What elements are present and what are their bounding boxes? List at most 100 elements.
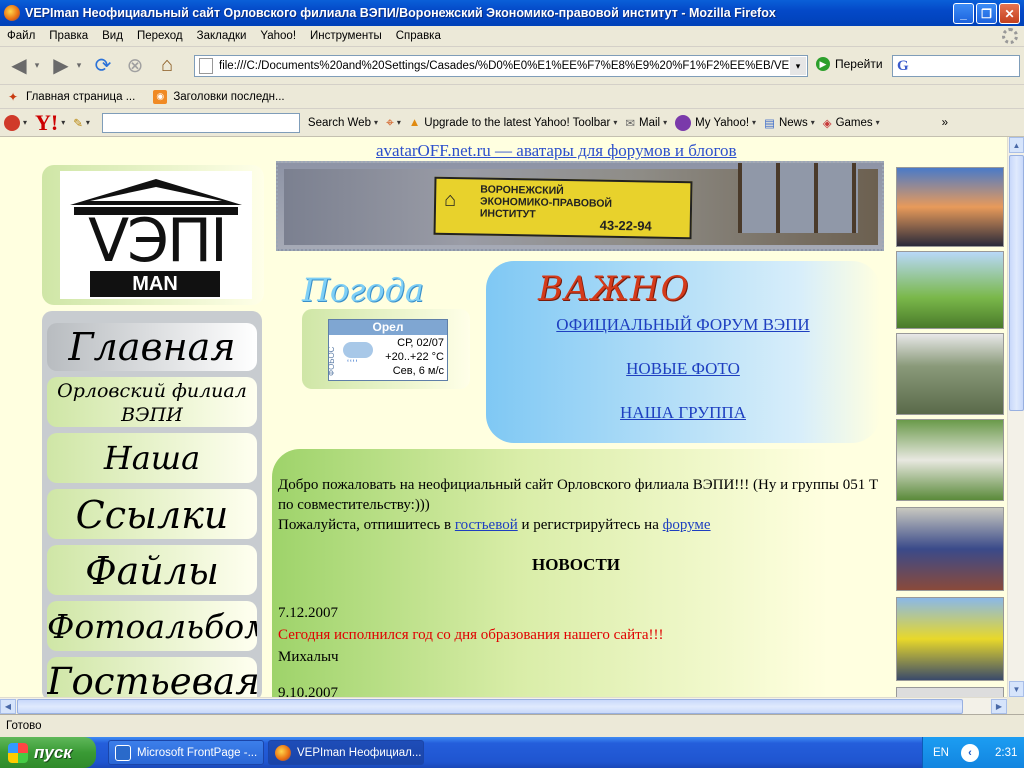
vertical-scrollbar[interactable]: ▲ ▼ xyxy=(1007,137,1024,697)
bookmark-headlines[interactable]: ◉ Заголовки последн... xyxy=(153,89,285,104)
url-text[interactable]: file:///C:/Documents%20and%20Settings/Ca… xyxy=(219,60,793,72)
news-author: Михалыч xyxy=(278,649,339,665)
address-bar[interactable]: file:///C:/Documents%20and%20Settings/Ca… xyxy=(194,55,808,77)
google-icon: G xyxy=(897,57,909,74)
pencil-button[interactable]: ✎ ▾ xyxy=(73,116,90,130)
tray-expand-icon[interactable]: ‹ xyxy=(960,743,979,762)
photo-thumbnail[interactable] xyxy=(896,507,1004,591)
site-logo[interactable]: VЭПI MAN xyxy=(60,171,252,299)
photo-thumbnail[interactable] xyxy=(896,167,1004,247)
avatar-site-link[interactable]: avatarOFF.net.ru — аватары для форумов и… xyxy=(376,141,737,161)
photo-thumbnail[interactable] xyxy=(896,687,1004,697)
photo-thumbnail[interactable] xyxy=(896,251,1004,329)
my-yahoo-label: My Yahoo! xyxy=(695,116,750,129)
photo-thumbnail[interactable] xyxy=(896,419,1004,501)
mail-label: Mail xyxy=(639,116,661,129)
upgrade-label: Upgrade to the latest Yahoo! Toolbar xyxy=(424,116,611,129)
side-menu: Главная Орловский филиал ВЭПИ Наша групп… xyxy=(42,311,262,697)
language-indicator[interactable]: EN xyxy=(933,747,949,759)
photo-thumbnail[interactable] xyxy=(896,597,1004,681)
logo-subtext: MAN xyxy=(90,271,220,297)
menu-item-links[interactable]: Ссылки xyxy=(47,489,257,539)
start-label: пуск xyxy=(34,742,72,762)
title-bar: VEPIman Неофициальный сайт Орловского фи… xyxy=(0,0,1024,26)
news-button[interactable]: ▤ News ▾ xyxy=(764,116,815,130)
yahoo-logo-button[interactable]: Y! ▾ xyxy=(35,110,65,136)
menu-item-photos[interactable]: Фотоальбом xyxy=(47,601,257,651)
page-icon xyxy=(199,58,213,74)
menu-go[interactable]: Переход xyxy=(130,30,190,42)
forward-dropdown-icon[interactable]: ▾ xyxy=(74,53,84,79)
menu-view[interactable]: Вид xyxy=(95,30,130,42)
toolbar-overflow-icon[interactable]: » xyxy=(942,117,948,129)
menu-file[interactable]: Файл xyxy=(0,30,42,42)
logo-roof-inner xyxy=(90,187,222,201)
important-title: ВАЖНО xyxy=(538,269,690,309)
sign-logo-icon: ⌂ xyxy=(443,188,457,212)
horizontal-scrollbar[interactable]: ◀ ▶ xyxy=(0,697,1007,714)
menu-help[interactable]: Справка xyxy=(389,30,448,42)
rain-cloud-icon xyxy=(343,342,373,358)
stop-icon[interactable]: ⊗ xyxy=(122,53,148,79)
our-group-link[interactable]: НАША ГРУППА xyxy=(486,403,880,423)
menu-item-group[interactable]: Наша группа xyxy=(47,433,257,483)
menu-item-files[interactable]: Файлы xyxy=(47,545,257,595)
minimize-button[interactable]: _ xyxy=(953,3,974,24)
forum-link[interactable]: ОФИЦИАЛЬНЫЙ ФОРУМ ВЭПИ xyxy=(486,315,880,335)
highlight-button[interactable]: ⌖ ▾ xyxy=(386,114,401,131)
menu-yahoo[interactable]: Yahoo! xyxy=(253,30,303,42)
my-yahoo-button[interactable]: My Yahoo! ▾ xyxy=(675,114,756,131)
upgrade-button[interactable]: ▲ Upgrade to the latest Yahoo! Toolbar ▾ xyxy=(409,117,617,129)
horizontal-scroll-thumb[interactable] xyxy=(17,699,963,714)
main-content-panel: Добро пожаловать на неофициальный сайт О… xyxy=(272,449,890,697)
close-button[interactable]: ✕ xyxy=(999,3,1020,24)
go-button[interactable]: ▶ Перейти xyxy=(816,57,883,71)
yahoo-search-input[interactable] xyxy=(101,112,300,133)
taskbar-frontpage[interactable]: Microsoft FrontPage -... xyxy=(108,740,264,765)
menu-bookmarks[interactable]: Закладки xyxy=(190,30,254,42)
scroll-up-icon[interactable]: ▲ xyxy=(1009,137,1024,153)
weather-source: ФОБОС xyxy=(327,346,336,376)
menu-bar: Файл Правка Вид Переход Закладки Yahoo! … xyxy=(0,26,1024,47)
bookmark-label: Заголовки последн... xyxy=(173,90,285,103)
search-web-button[interactable]: Search Web ▾ xyxy=(308,117,378,129)
system-tray: EN ‹ 2:31 xyxy=(922,737,1024,768)
menu-tools[interactable]: Инструменты xyxy=(303,30,389,42)
status-bar: Готово xyxy=(0,714,1024,736)
page-content: avatarOFF.net.ru — аватары для форумов и… xyxy=(0,137,1007,697)
games-button[interactable]: ◈ Games ▾ xyxy=(823,116,880,130)
menu-edit[interactable]: Правка xyxy=(42,30,95,42)
back-arrow-icon[interactable]: ◀ xyxy=(6,53,32,79)
news-label: News xyxy=(778,116,808,129)
start-button[interactable]: пуск xyxy=(0,737,96,768)
scroll-right-icon[interactable]: ▶ xyxy=(991,699,1007,714)
search-web-label: Search Web xyxy=(307,116,371,129)
games-icon: ◈ xyxy=(822,117,832,130)
scroll-left-icon[interactable]: ◀ xyxy=(0,699,16,714)
scroll-down-icon[interactable]: ▼ xyxy=(1009,681,1024,697)
url-dropdown-icon[interactable]: ▾ xyxy=(790,57,806,75)
menu-item-branch[interactable]: Орловский филиал ВЭПИ xyxy=(47,377,257,427)
back-dropdown-icon[interactable]: ▾ xyxy=(32,53,42,79)
forward-arrow-icon[interactable]: ▶ xyxy=(48,53,74,79)
invite-text-1: Пожалуйста, отпишитесь в xyxy=(278,517,455,533)
menu-item-home[interactable]: Главная xyxy=(47,323,257,371)
new-photos-link[interactable]: НОВЫЕ ФОТО xyxy=(486,359,880,379)
forum-inline-link[interactable]: форуме xyxy=(663,517,711,533)
reload-icon[interactable]: ⟳ xyxy=(90,53,116,79)
mail-button[interactable]: ✉ Mail ▾ xyxy=(625,116,667,130)
toolbar-menu-button[interactable]: ▾ xyxy=(4,114,27,131)
important-panel: ВАЖНО ОФИЦИАЛЬНЫЙ ФОРУМ ВЭПИ НОВЫЕ ФОТО … xyxy=(486,261,880,443)
bookmark-home[interactable]: ✦ Главная страница ... xyxy=(6,90,135,104)
taskbar-firefox[interactable]: VEPIman Неофициал... xyxy=(268,740,424,765)
weather-informer[interactable]: Орел ФОБОС ‘‘‘‘ СР, 02/07 +20..+22 °С Се… xyxy=(327,319,448,381)
guestbook-link[interactable]: гостьевой xyxy=(455,517,518,533)
menu-item-guestbook[interactable]: Гостьевая xyxy=(47,657,257,697)
vertical-scroll-thumb[interactable] xyxy=(1009,155,1024,411)
photo-thumbnail[interactable] xyxy=(896,333,1004,415)
google-search-box[interactable]: G xyxy=(892,55,1020,77)
home-icon[interactable]: ⌂ xyxy=(154,53,180,79)
maximize-button[interactable]: ❐ xyxy=(976,3,997,24)
taskbar: пуск Microsoft FrontPage -... VEPIman Не… xyxy=(0,737,1024,768)
yahoo-toolbar: ▾ Y! ▾ ✎ ▾ Search Web ▾ ⌖ ▾ ▲ Upgrade to the… xyxy=(0,109,1024,137)
